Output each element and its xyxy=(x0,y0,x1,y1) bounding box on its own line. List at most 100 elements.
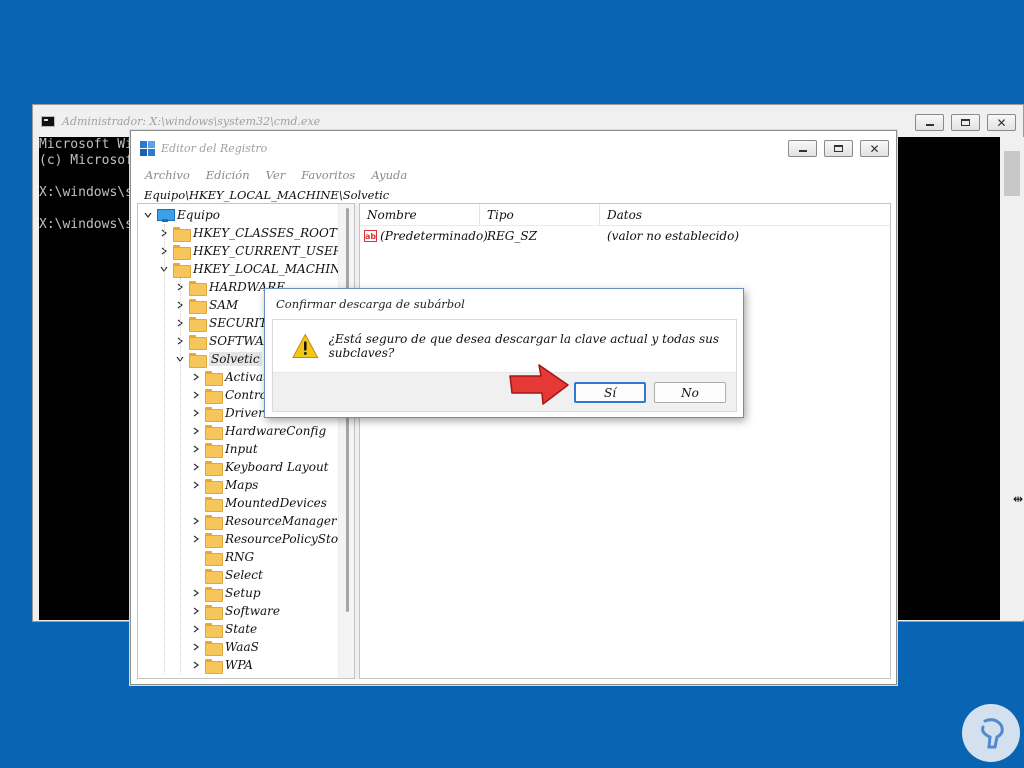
tree-node[interactable]: HKEY_CLASSES_ROOT xyxy=(158,224,337,242)
tree-node[interactable]: WPA xyxy=(190,656,253,674)
no-button[interactable]: No xyxy=(654,382,726,403)
chevron-right-icon[interactable] xyxy=(190,641,202,653)
tree-node[interactable]: Maps xyxy=(190,476,258,494)
menu-archivo[interactable]: Archivo xyxy=(145,168,190,182)
folder-icon xyxy=(205,496,223,512)
tree-node[interactable]: Setup xyxy=(190,584,261,602)
menu-ver[interactable]: Ver xyxy=(266,168,286,182)
maximize-icon xyxy=(961,119,970,126)
tree-node[interactable]: Keyboard Layout xyxy=(190,458,329,476)
folder-icon xyxy=(189,316,207,332)
tree-node[interactable]: RNG xyxy=(190,548,254,566)
minimize-button[interactable] xyxy=(915,114,944,131)
menu-edicion[interactable]: Edición xyxy=(206,168,250,182)
tree-node[interactable]: SAM xyxy=(174,296,238,314)
folder-icon xyxy=(205,586,223,602)
registry-tree[interactable]: WPA WaaS State Software Setup Select RNG Resour… xyxy=(137,203,355,679)
chevron-right-icon[interactable] xyxy=(190,587,202,599)
address-bar[interactable]: Equipo\HKEY_LOCAL_MACHINE\Solvetic xyxy=(138,185,889,205)
tree-node[interactable]: Equipo xyxy=(142,206,220,224)
resize-cursor-icon: ⇹ xyxy=(1013,492,1024,506)
tree-node[interactable]: HKEY_CURRENT_USER xyxy=(158,242,342,260)
tree-node[interactable]: Select xyxy=(190,566,263,584)
solvetic-logo xyxy=(962,704,1020,762)
folder-icon xyxy=(189,334,207,350)
tree-node[interactable]: ResourcePolicyStore xyxy=(190,530,351,548)
folder-icon xyxy=(173,262,191,278)
chevron-right-icon[interactable] xyxy=(190,605,202,617)
chevron-right-icon[interactable] xyxy=(190,533,202,545)
maximize-button[interactable] xyxy=(824,140,853,157)
chevron-right-icon[interactable] xyxy=(190,461,202,473)
tree-node[interactable]: Input xyxy=(190,440,258,458)
menu-bar: Archivo Edición Ver Favoritos Ayuda xyxy=(131,165,896,185)
chevron-right-icon[interactable] xyxy=(190,443,202,455)
values-header: Nombre Tipo Datos xyxy=(360,204,890,226)
chevron-right-icon[interactable] xyxy=(190,407,202,419)
tree-node[interactable]: HardwareConfig xyxy=(190,422,326,440)
tree-node[interactable]: HKEY_LOCAL_MACHINE xyxy=(158,260,349,278)
chevron-right-icon[interactable] xyxy=(190,371,202,383)
tree-node-label: RNG xyxy=(225,550,255,564)
minimize-icon xyxy=(925,124,934,126)
console-icon xyxy=(41,115,55,127)
pointer-arrow-icon xyxy=(509,364,569,405)
chevron-right-icon[interactable] xyxy=(190,389,202,401)
folder-icon xyxy=(205,532,223,548)
tree-node[interactable]: SECURITY xyxy=(174,314,275,332)
chevron-right-icon[interactable] xyxy=(190,623,202,635)
folder-icon xyxy=(205,604,223,620)
folder-icon xyxy=(205,640,223,656)
yes-button[interactable]: Sí xyxy=(574,382,646,403)
string-value-icon: ab xyxy=(364,230,378,242)
value-name: (Predeterminado) xyxy=(380,229,488,243)
column-tipo[interactable]: Tipo xyxy=(480,204,600,225)
tree-node-label: Setup xyxy=(225,586,261,600)
close-button[interactable]: ✕ xyxy=(987,114,1016,131)
tree-node[interactable]: ResourceManager xyxy=(190,512,337,530)
tree-node[interactable]: Software xyxy=(190,602,280,620)
column-datos[interactable]: Datos xyxy=(600,204,890,225)
tree-node-label: Equipo xyxy=(177,208,220,222)
cmd-scroll-thumb[interactable] xyxy=(1004,151,1020,196)
close-button[interactable]: ✕ xyxy=(860,140,889,157)
tree-node[interactable]: WaaS xyxy=(190,638,259,656)
dialog-titlebar[interactable]: Confirmar descarga de subárbol xyxy=(265,289,743,319)
tree-node-label: ResourcePolicyStore xyxy=(225,532,351,546)
value-row[interactable]: ab (Predeterminado) REG_SZ (valor no est… xyxy=(360,226,890,246)
folder-icon xyxy=(189,352,207,368)
maximize-button[interactable] xyxy=(951,114,980,131)
folder-icon xyxy=(173,226,191,242)
chevron-right-icon[interactable] xyxy=(190,659,202,671)
folder-icon xyxy=(205,442,223,458)
column-nombre[interactable]: Nombre xyxy=(360,204,480,225)
dialog-body: ¿Está seguro de que desea descargar la c… xyxy=(273,320,736,372)
confirm-unload-dialog[interactable]: Confirmar descarga de subárbol ¿Está seg… xyxy=(264,288,744,418)
tree-node-label: HKEY_CLASSES_ROOT xyxy=(193,226,337,240)
menu-favoritos[interactable]: Favoritos xyxy=(301,168,355,182)
folder-icon xyxy=(205,388,223,404)
values-list[interactable]: Nombre Tipo Datos ab (Predeterminado) RE… xyxy=(359,203,891,679)
cmd-scrollbar[interactable] xyxy=(1000,137,1024,620)
menu-ayuda[interactable]: Ayuda xyxy=(371,168,407,182)
chevron-right-icon[interactable] xyxy=(190,515,202,527)
close-icon: ✕ xyxy=(996,115,1007,130)
tree-node[interactable]: Solvetic xyxy=(174,350,262,368)
chevron-right-icon[interactable] xyxy=(190,425,202,437)
folder-icon xyxy=(205,550,223,566)
tree-node-label: State xyxy=(225,622,258,636)
tree-scrollbar[interactable] xyxy=(338,204,354,678)
chevron-right-icon[interactable] xyxy=(190,479,202,491)
minimize-button[interactable] xyxy=(788,140,817,157)
dialog-content: ¿Está seguro de que desea descargar la c… xyxy=(272,319,737,412)
value-data: (valor no establecido) xyxy=(607,229,739,243)
folder-icon xyxy=(189,298,207,314)
regedit-titlebar[interactable]: Editor del Registro xyxy=(131,131,896,165)
cmd-title: Administrador: X:\windows\system32\cmd.e… xyxy=(62,114,321,128)
tree-node[interactable]: MountedDevices xyxy=(190,494,327,512)
tree-node[interactable]: State xyxy=(190,620,257,638)
chevron-down-icon[interactable] xyxy=(142,209,154,221)
value-type: REG_SZ xyxy=(487,229,537,243)
tree-guide-line xyxy=(164,224,165,674)
